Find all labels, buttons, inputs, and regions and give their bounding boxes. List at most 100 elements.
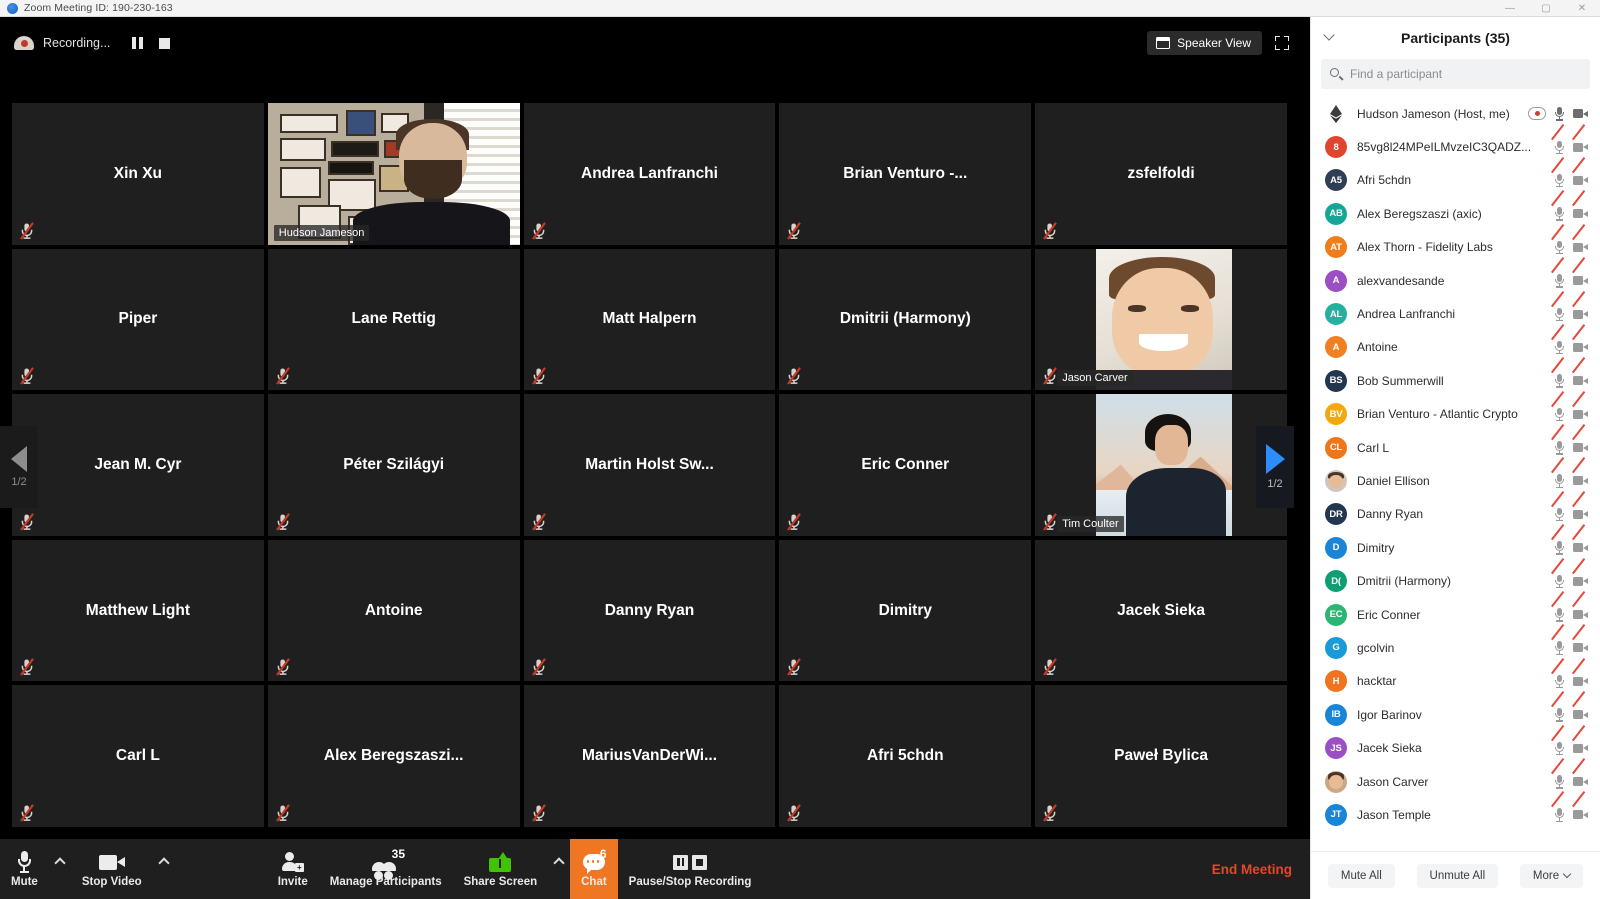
search-input[interactable]: [1350, 67, 1581, 81]
fullscreen-button[interactable]: [1268, 30, 1296, 56]
camera-off-icon[interactable]: [1572, 123, 1588, 155]
muted-microphone-icon[interactable]: [1551, 424, 1567, 455]
participant-row[interactable]: IB Igor Barinov: [1311, 691, 1600, 731]
stop-video-button[interactable]: Stop Video: [71, 839, 153, 899]
speaker-view-button[interactable]: Speaker View: [1147, 31, 1262, 55]
participant-row[interactable]: 8 85vg8l24MPeILMvzeIC3QADZ...: [1311, 123, 1600, 163]
more-button[interactable]: More: [1519, 863, 1584, 888]
video-tile[interactable]: Carl L: [12, 685, 264, 827]
chat-button[interactable]: 6 Chat: [570, 839, 618, 899]
camera-off-icon[interactable]: [1572, 357, 1588, 388]
participants-list[interactable]: Hudson Jameson (Host, me) 8 85vg8l24MPeILM…: [1311, 97, 1600, 851]
muted-microphone-icon[interactable]: [1551, 758, 1567, 789]
video-tile[interactable]: Lane Rettig: [267, 248, 520, 391]
participant-row[interactable]: CL Carl L: [1311, 424, 1600, 464]
video-tile[interactable]: MariusVanDerWi...: [523, 685, 776, 827]
camera-off-icon[interactable]: [1572, 758, 1588, 789]
muted-microphone-icon[interactable]: [1551, 290, 1567, 322]
video-tile[interactable]: Piper: [12, 248, 264, 391]
camera-off-icon[interactable]: [1572, 424, 1588, 455]
muted-microphone-icon[interactable]: [1551, 657, 1567, 689]
video-tile[interactable]: Xin Xu: [12, 103, 264, 245]
video-tile[interactable]: Dmitrii (Harmony): [779, 248, 1032, 391]
participant-row[interactable]: JS Jacek Sieka: [1311, 724, 1600, 764]
manage-participants-button[interactable]: 35 Manage Participants: [319, 839, 453, 899]
stop-recording-icon[interactable]: [159, 37, 171, 49]
previous-page-button[interactable]: 1/2: [0, 426, 38, 508]
participant-row[interactable]: Hhacktar: [1311, 657, 1600, 698]
video-tile[interactable]: zsfelfoldi: [1035, 103, 1287, 245]
camera-off-icon[interactable]: [1572, 557, 1588, 589]
video-tile[interactable]: Paweł Bylica: [1035, 685, 1287, 827]
participant-row[interactable]: AT Alex Thorn - Fidelity Labs: [1311, 223, 1600, 264]
video-tile[interactable]: Alex Beregszaszi...: [267, 685, 520, 827]
mute-all-button[interactable]: Mute All: [1327, 863, 1395, 888]
unmute-all-button[interactable]: Unmute All: [1416, 863, 1499, 888]
close-button[interactable]: ✕: [1564, 0, 1600, 17]
camera-off-icon[interactable]: [1572, 657, 1588, 689]
video-tile[interactable]: Péter Szilágyi: [267, 394, 520, 536]
camera-off-icon[interactable]: [1572, 390, 1588, 422]
video-tile[interactable]: Danny Ryan: [523, 539, 776, 682]
minimize-button[interactable]: —: [1492, 0, 1528, 17]
camera-off-icon[interactable]: [1572, 691, 1588, 722]
muted-microphone-icon[interactable]: [1551, 457, 1567, 488]
muted-microphone-icon[interactable]: [1551, 223, 1567, 255]
video-tile[interactable]: Hudson JamesonHudson Jameson: [267, 103, 520, 245]
video-tile[interactable]: Jacek Sieka: [1035, 539, 1287, 682]
camera-off-icon[interactable]: [1572, 257, 1588, 288]
microphone-icon[interactable]: [1552, 106, 1567, 121]
camera-off-icon[interactable]: [1572, 323, 1588, 355]
mute-button[interactable]: Mute: [0, 839, 49, 899]
share-options-button[interactable]: [548, 839, 570, 899]
video-tile[interactable]: Matthew Light: [12, 539, 264, 682]
muted-microphone-icon[interactable]: [1551, 390, 1567, 422]
participant-row[interactable]: BS Bob Summerwill: [1311, 357, 1600, 397]
muted-microphone-icon[interactable]: [1551, 323, 1567, 355]
video-tile[interactable]: Brian Venturo -...: [779, 103, 1032, 245]
camera-off-icon[interactable]: [1572, 457, 1588, 488]
muted-microphone-icon[interactable]: [1551, 357, 1567, 388]
participant-search[interactable]: [1321, 59, 1590, 89]
muted-microphone-icon[interactable]: [1551, 524, 1567, 555]
participant-row[interactable]: Ggcolvin: [1311, 624, 1600, 664]
participant-row[interactable]: Jason Carver: [1311, 758, 1600, 798]
participant-row[interactable]: A Antoine: [1311, 323, 1600, 364]
video-tile[interactable]: Andrea Lanfranchi: [523, 103, 776, 245]
muted-microphone-icon[interactable]: [1551, 156, 1567, 188]
camera-off-icon[interactable]: [1572, 791, 1588, 822]
video-tile[interactable]: Afri 5chdn: [779, 685, 1032, 827]
participant-row[interactable]: JT Jason Temple: [1311, 791, 1600, 831]
participant-row[interactable]: AL Andrea Lanfranchi: [1311, 290, 1600, 330]
recording-controls[interactable]: [132, 37, 171, 49]
muted-microphone-icon[interactable]: [1551, 257, 1567, 288]
muted-microphone-icon[interactable]: [1551, 724, 1567, 756]
participant-row[interactable]: A5 Afri 5chdn: [1311, 156, 1600, 197]
camera-off-icon[interactable]: [1572, 190, 1588, 221]
video-tile[interactable]: Dimitry: [779, 539, 1032, 682]
camera-icon[interactable]: [1573, 106, 1588, 121]
video-tile[interactable]: Tim CoulterTim Coulter: [1035, 394, 1287, 536]
maximize-button[interactable]: ▢: [1528, 0, 1564, 17]
participant-row[interactable]: Aalexvandesande: [1311, 257, 1600, 297]
camera-off-icon[interactable]: [1572, 490, 1588, 522]
view-controls[interactable]: Speaker View: [1147, 30, 1296, 56]
end-meeting-button[interactable]: End Meeting: [1212, 862, 1292, 877]
share-screen-button[interactable]: Share Screen: [453, 839, 549, 899]
participant-row[interactable]: D(Dmitrii (Harmony): [1311, 557, 1600, 597]
video-tile[interactable]: Martin Holst Sw...: [523, 394, 776, 536]
audio-options-button[interactable]: [49, 839, 71, 899]
camera-off-icon[interactable]: [1572, 624, 1588, 655]
video-tile[interactable]: Eric Conner: [779, 394, 1032, 536]
video-tile[interactable]: Antoine: [267, 539, 520, 682]
muted-microphone-icon[interactable]: [1551, 190, 1567, 221]
participant-row[interactable]: Hudson Jameson (Host, me): [1311, 97, 1600, 130]
video-tile[interactable]: Jason CarverJason Carver: [1035, 248, 1287, 391]
participant-row[interactable]: DR Danny Ryan: [1311, 490, 1600, 531]
participant-row[interactable]: EC Eric Conner: [1311, 591, 1600, 631]
invite-button[interactable]: + Invite: [267, 839, 319, 899]
video-tile[interactable]: Matt Halpern: [523, 248, 776, 391]
camera-off-icon[interactable]: [1572, 591, 1588, 622]
muted-microphone-icon[interactable]: [1551, 490, 1567, 522]
participant-row[interactable]: BV Brian Venturo - Atlantic Crypto: [1311, 390, 1600, 431]
